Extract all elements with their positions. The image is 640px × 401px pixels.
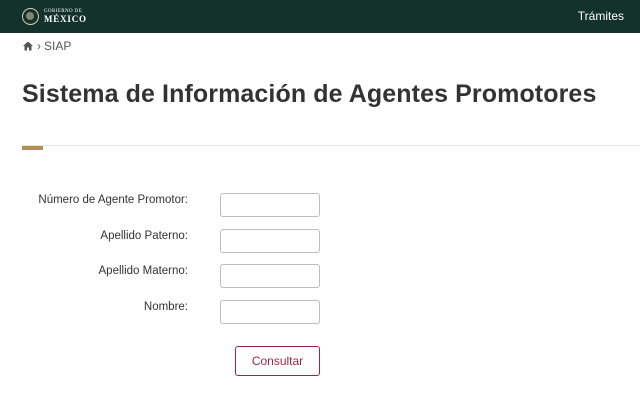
home-icon[interactable] — [23, 41, 33, 51]
paternal-surname-input[interactable] — [220, 229, 320, 253]
top-navbar: GOBIERNO DE MÉXICO Trámites — [0, 0, 640, 33]
breadcrumb-current: SIAP — [44, 39, 72, 53]
national-seal-icon — [22, 7, 39, 25]
paternal-surname-label: Apellido Paterno: — [100, 230, 188, 242]
gobierno-de-mexico-logo[interactable]: GOBIERNO DE MÉXICO — [22, 5, 87, 27]
maternal-surname-label: Apellido Materno: — [98, 265, 189, 277]
maternal-surname-input[interactable] — [220, 264, 320, 288]
consultar-button[interactable]: Consultar — [235, 346, 320, 376]
logo-line-1: GOBIERNO DE — [44, 8, 83, 14]
breadcrumb-separator-icon: › — [37, 39, 41, 53]
title-divider — [22, 145, 640, 146]
title-accent-bar — [22, 146, 43, 150]
agent-number-input[interactable] — [220, 193, 320, 217]
agent-number-label: Número de Agente Promotor: — [38, 194, 188, 206]
name-input[interactable] — [220, 300, 320, 324]
page-title: Sistema de Información de Agentes Promot… — [22, 80, 597, 108]
nav-tramites-link[interactable]: Trámites — [578, 9, 624, 23]
breadcrumb: › SIAP — [23, 39, 71, 53]
name-label: Nombre: — [143, 301, 188, 313]
logo-line-2: MÉXICO — [44, 13, 87, 24]
